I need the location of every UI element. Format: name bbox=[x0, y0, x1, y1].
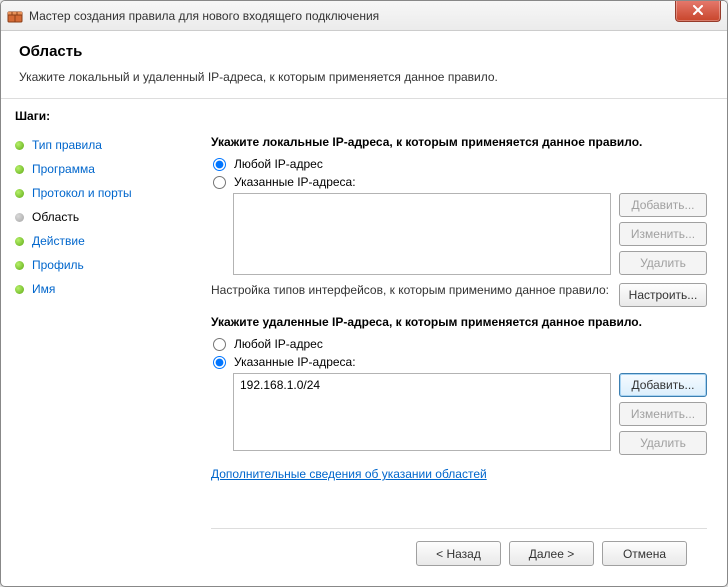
sidebar: Шаги: Тип правила Программа Протокол и п… bbox=[1, 99, 201, 586]
bullet-icon bbox=[15, 237, 24, 246]
interface-text: Настройка типов интерфейсов, к которым п… bbox=[211, 283, 609, 299]
remote-btn-col: Добавить... Изменить... Удалить bbox=[619, 373, 707, 455]
sidebar-title: Шаги: bbox=[15, 109, 187, 123]
header: Область Укажите локальный и удаленный IP… bbox=[1, 31, 727, 99]
remote-ip-block: 192.168.1.0/24 Добавить... Изменить... У… bbox=[233, 373, 707, 455]
local-ip-block: Добавить... Изменить... Удалить bbox=[233, 193, 707, 275]
body: Шаги: Тип правила Программа Протокол и п… bbox=[1, 99, 727, 586]
local-specified-label: Указанные IP-адреса: bbox=[234, 175, 356, 189]
remote-specified-radio[interactable] bbox=[213, 356, 226, 369]
local-any-label: Любой IP-адрес bbox=[234, 157, 323, 171]
bullet-icon bbox=[15, 261, 24, 270]
bullet-icon bbox=[15, 165, 24, 174]
page-subheading: Укажите локальный и удаленный IP-адреса,… bbox=[19, 70, 709, 84]
page-heading: Область bbox=[19, 43, 709, 60]
step-protocol-ports[interactable]: Протокол и порты bbox=[15, 181, 187, 205]
local-specified-radio[interactable] bbox=[213, 176, 226, 189]
wizard-window: Мастер создания правила для нового входя… bbox=[0, 0, 728, 587]
bullet-icon bbox=[15, 213, 24, 222]
step-profile[interactable]: Профиль bbox=[15, 253, 187, 277]
remote-specified-row[interactable]: Указанные IP-адреса: bbox=[213, 355, 707, 369]
local-any-radio[interactable] bbox=[213, 158, 226, 171]
bullet-icon bbox=[15, 141, 24, 150]
bullet-icon bbox=[15, 189, 24, 198]
remote-remove-button[interactable]: Удалить bbox=[619, 431, 707, 455]
remote-heading: Укажите удаленные IP-адреса, к которым п… bbox=[211, 315, 707, 329]
local-any-row[interactable]: Любой IP-адрес bbox=[213, 157, 707, 171]
help-link[interactable]: Дополнительные сведения об указании обла… bbox=[211, 467, 487, 481]
firewall-icon bbox=[7, 8, 23, 24]
step-label: Программа bbox=[32, 162, 95, 176]
local-btn-col: Добавить... Изменить... Удалить bbox=[619, 193, 707, 275]
main-panel: Укажите локальные IP-адреса, к которым п… bbox=[201, 99, 727, 586]
step-rule-type[interactable]: Тип правила bbox=[15, 133, 187, 157]
step-label: Область bbox=[32, 210, 79, 224]
interface-row: Настройка типов интерфейсов, к которым п… bbox=[211, 283, 707, 307]
step-scope[interactable]: Область bbox=[15, 205, 187, 229]
remote-ip-listbox[interactable]: 192.168.1.0/24 bbox=[233, 373, 611, 451]
footer: < Назад Далее > Отмена bbox=[211, 528, 707, 578]
step-label: Имя bbox=[32, 282, 55, 296]
window-title: Мастер создания правила для нового входя… bbox=[29, 9, 721, 23]
local-specified-row[interactable]: Указанные IP-адреса: bbox=[213, 175, 707, 189]
local-remove-button[interactable]: Удалить bbox=[619, 251, 707, 275]
step-label: Профиль bbox=[32, 258, 84, 272]
steps-list: Тип правила Программа Протокол и порты О… bbox=[15, 133, 187, 301]
remote-any-row[interactable]: Любой IP-адрес bbox=[213, 337, 707, 351]
close-button[interactable] bbox=[675, 0, 721, 22]
remote-add-button[interactable]: Добавить... bbox=[619, 373, 707, 397]
step-label: Действие bbox=[32, 234, 85, 248]
cancel-button[interactable]: Отмена bbox=[602, 541, 687, 566]
back-button[interactable]: < Назад bbox=[416, 541, 501, 566]
remote-specified-label: Указанные IP-адреса: bbox=[234, 355, 356, 369]
step-action[interactable]: Действие bbox=[15, 229, 187, 253]
titlebar: Мастер создания правила для нового входя… bbox=[1, 1, 727, 31]
step-name[interactable]: Имя bbox=[15, 277, 187, 301]
next-button[interactable]: Далее > bbox=[509, 541, 594, 566]
remote-any-radio[interactable] bbox=[213, 338, 226, 351]
list-item[interactable]: 192.168.1.0/24 bbox=[240, 378, 604, 392]
bullet-icon bbox=[15, 285, 24, 294]
step-label: Протокол и порты bbox=[32, 186, 132, 200]
local-ip-listbox[interactable] bbox=[233, 193, 611, 275]
close-icon bbox=[692, 3, 704, 18]
remote-any-label: Любой IP-адрес bbox=[234, 337, 323, 351]
local-edit-button[interactable]: Изменить... bbox=[619, 222, 707, 246]
step-label: Тип правила bbox=[32, 138, 102, 152]
local-add-button[interactable]: Добавить... bbox=[619, 193, 707, 217]
main-scroll: Укажите локальные IP-адреса, к которым п… bbox=[211, 105, 707, 528]
local-heading: Укажите локальные IP-адреса, к которым п… bbox=[211, 135, 707, 149]
remote-edit-button[interactable]: Изменить... bbox=[619, 402, 707, 426]
interface-configure-button[interactable]: Настроить... bbox=[619, 283, 707, 307]
step-program[interactable]: Программа bbox=[15, 157, 187, 181]
